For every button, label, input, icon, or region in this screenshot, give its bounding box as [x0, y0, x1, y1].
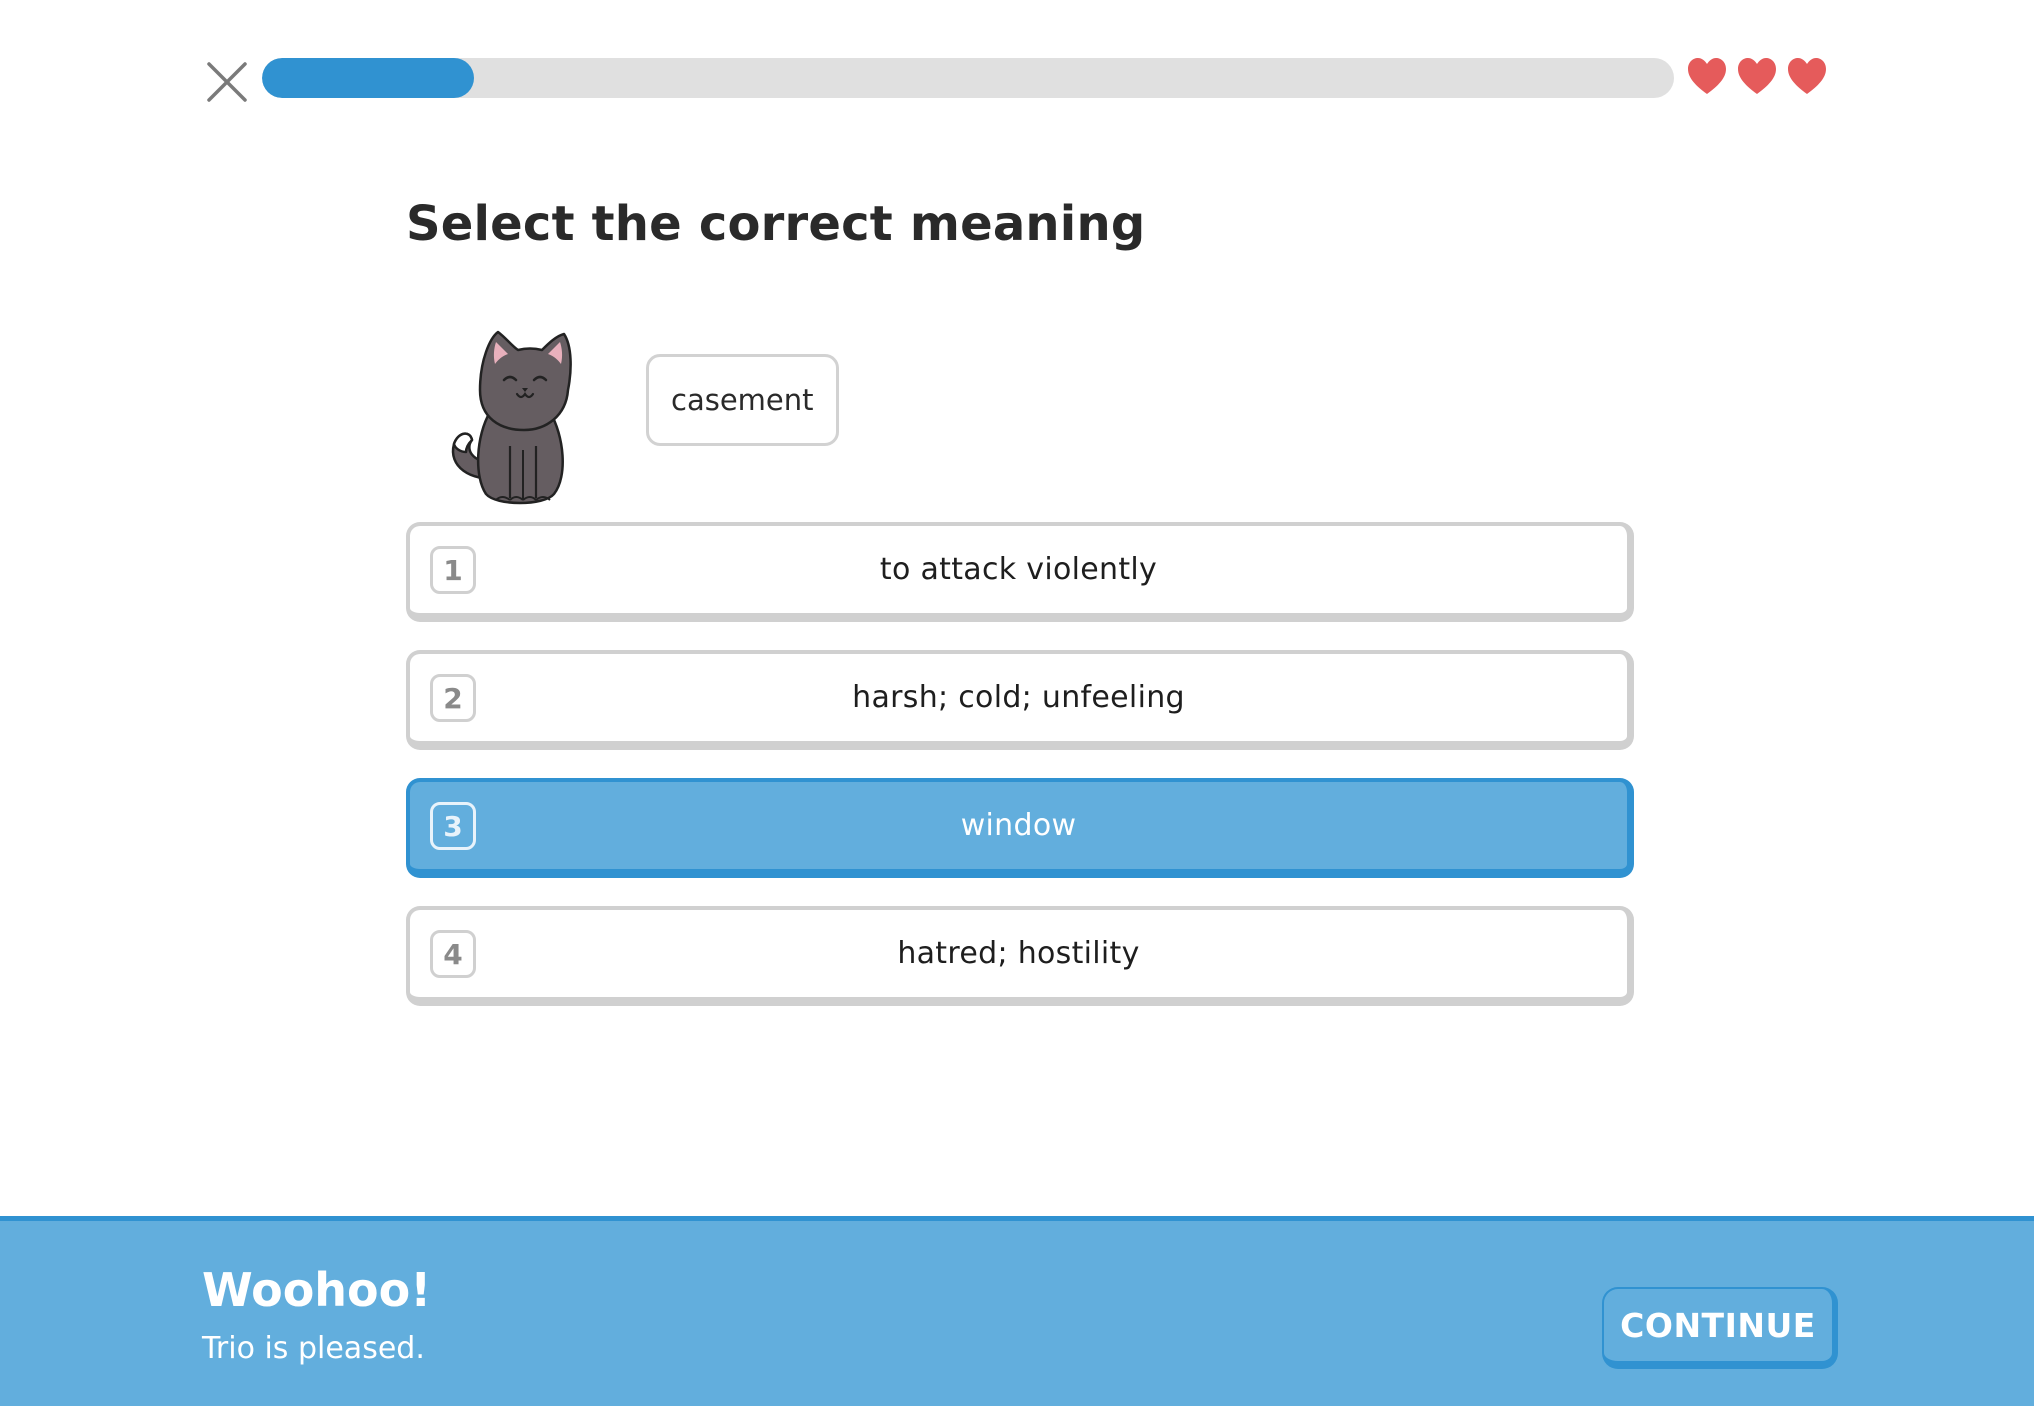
- cat-icon: [440, 326, 600, 508]
- heart-icon: [1738, 58, 1776, 94]
- continue-button[interactable]: CONTINUE: [1602, 1287, 1838, 1369]
- heart-icon: [1688, 58, 1726, 94]
- choice-option-2[interactable]: 2 harsh; cold; unfeeling: [406, 650, 1634, 750]
- choice-option-3[interactable]: 3 window: [406, 778, 1634, 878]
- choice-text: harsh; cold; unfeeling: [852, 680, 1185, 715]
- choice-number: 2: [430, 674, 476, 722]
- choice-number: 4: [430, 930, 476, 978]
- choice-option-1[interactable]: 1 to attack violently: [406, 522, 1634, 622]
- choice-text: hatred; hostility: [897, 936, 1140, 971]
- prompt-word: casement: [671, 383, 814, 417]
- close-button[interactable]: [203, 58, 251, 106]
- lesson-screen: Select the correct meaning casement 1 to…: [0, 0, 2034, 1406]
- progress-bar-fill: [262, 58, 474, 98]
- feedback-message: Trio is pleased.: [202, 1331, 425, 1366]
- heart-icon: [1788, 58, 1826, 94]
- prompt-word-bubble: casement: [646, 354, 839, 446]
- choice-text: window: [960, 808, 1077, 843]
- feedback-title: Woohoo!: [202, 1263, 432, 1317]
- lives-indicator: [1686, 56, 1828, 98]
- choice-option-4[interactable]: 4 hatred; hostility: [406, 906, 1634, 1006]
- choice-text: to attack violently: [879, 552, 1158, 587]
- choice-list: 1 to attack violently 2 harsh; cold; unf…: [406, 522, 1634, 1034]
- close-icon: [207, 62, 247, 102]
- choice-number: 1: [430, 546, 476, 594]
- choice-number: 3: [430, 802, 476, 850]
- progress-bar: [262, 58, 1674, 98]
- feedback-banner: Woohoo! Trio is pleased. CONTINUE: [0, 1216, 2034, 1406]
- page-title: Select the correct meaning: [406, 196, 1146, 252]
